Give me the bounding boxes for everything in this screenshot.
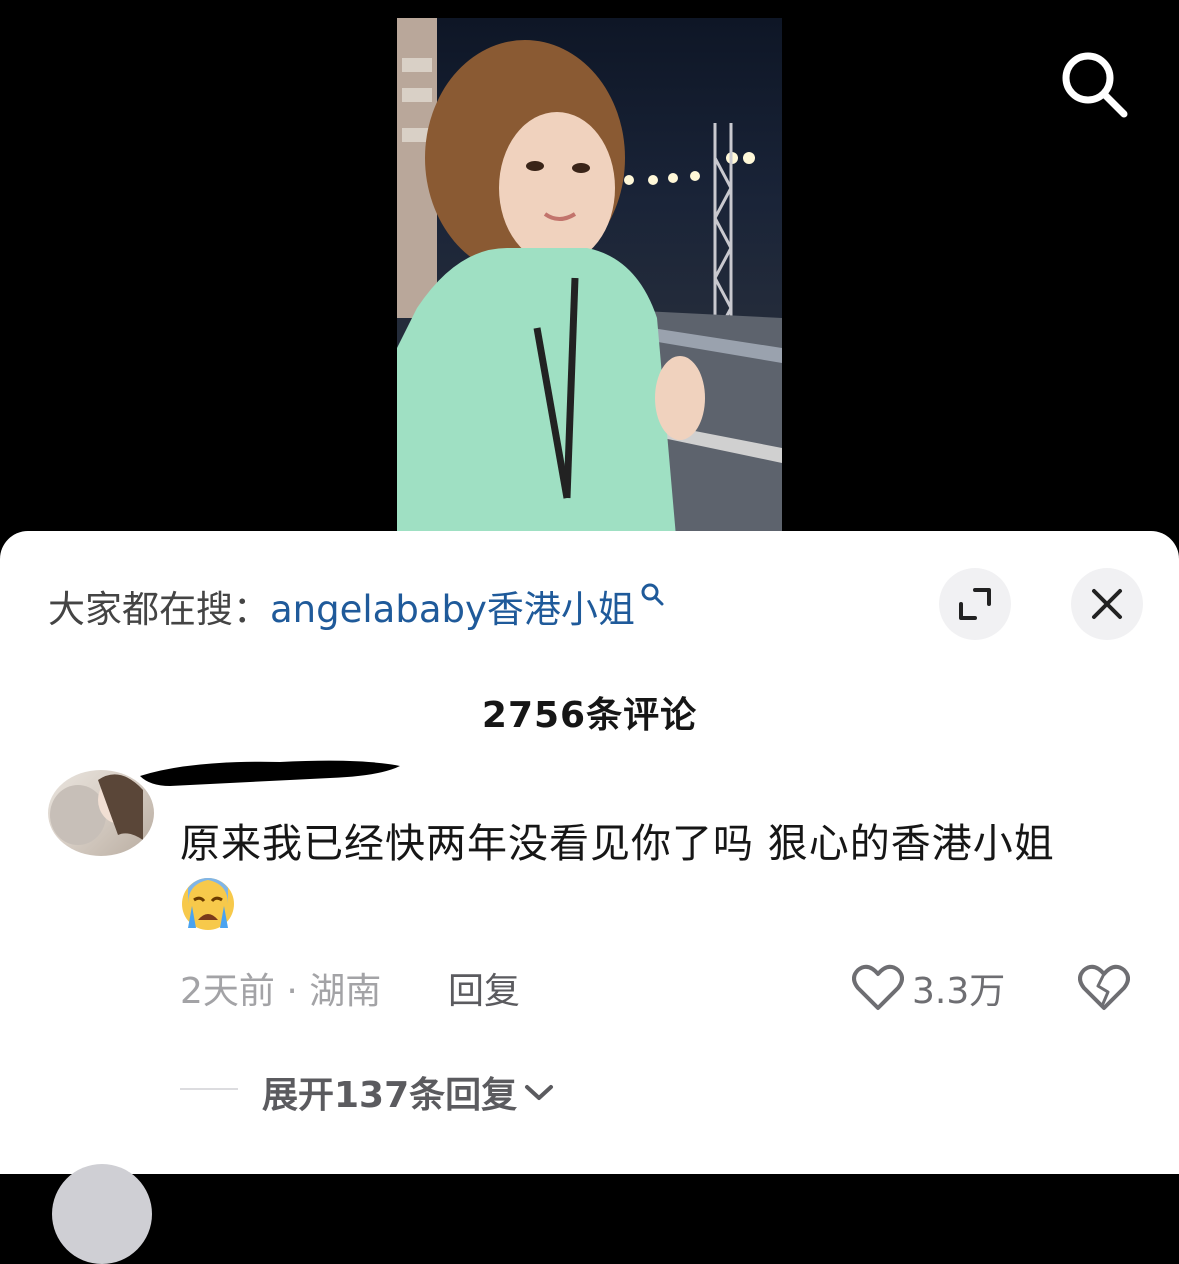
comment-count: 2756条评论 xyxy=(481,695,698,736)
heart-icon xyxy=(852,964,904,1010)
expand-divider xyxy=(180,1088,238,1090)
username-redaction xyxy=(140,760,400,786)
close-icon xyxy=(1092,589,1122,619)
search-hint-prefix: 大家都在搜： xyxy=(48,588,270,631)
broken-heart-icon xyxy=(1078,964,1130,1010)
crying-face-icon xyxy=(182,878,234,930)
video-area[interactable] xyxy=(0,0,1179,560)
expand-icon xyxy=(959,588,991,620)
like-button[interactable]: 3.3万 xyxy=(852,958,1005,1018)
video-still xyxy=(397,18,782,548)
search-suggestion[interactable]: 大家都在搜： angelababy香港小姐 xyxy=(48,578,665,634)
dislike-button[interactable] xyxy=(1078,962,1130,1014)
expand-button[interactable] xyxy=(939,568,1011,640)
search-hint-term[interactable]: angelababy香港小姐 xyxy=(270,579,635,633)
like-count: 3.3万 xyxy=(912,971,1006,1012)
search-icon xyxy=(1062,52,1128,118)
next-comment-avatar[interactable] xyxy=(52,1164,152,1264)
chevron-down-icon xyxy=(525,1085,554,1100)
comment-body: 原来我已经快两年没看见你了吗 狠心的香港小姐 xyxy=(180,821,1055,867)
close-button[interactable] xyxy=(1071,568,1143,640)
search-button[interactable] xyxy=(1058,48,1130,120)
expand-replies-button[interactable]: 展开137条回复 xyxy=(262,1066,555,1118)
reply-button[interactable]: 回复 xyxy=(448,962,520,1014)
expand-replies-label: 展开137条回复 xyxy=(262,1075,518,1116)
comment-text: 原来我已经快两年没看见你了吗 狠心的香港小姐 xyxy=(180,812,1110,941)
mini-search-icon xyxy=(641,583,664,606)
video-frame[interactable] xyxy=(397,18,782,548)
comment-meta: 2天前 · 湖南 xyxy=(180,971,382,1012)
